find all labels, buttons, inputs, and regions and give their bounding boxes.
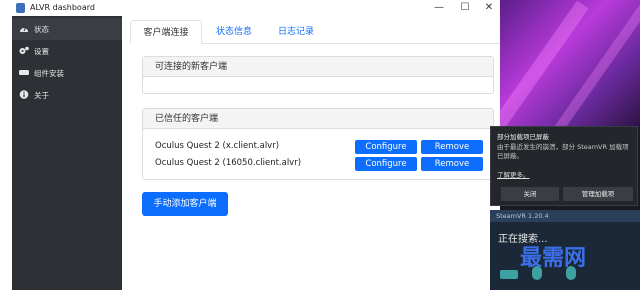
remove-button[interactable]: Remove bbox=[421, 140, 483, 154]
configure-button[interactable]: Configure bbox=[355, 140, 417, 154]
controller-left-icon bbox=[532, 266, 542, 280]
new-clients-header: 可连接的新客户端 bbox=[143, 57, 493, 77]
client-name: Oculus Quest 2 (x.client.alvr) bbox=[155, 141, 280, 151]
controller-right-icon bbox=[566, 266, 576, 280]
trusted-clients-header: 已信任的客户端 bbox=[143, 109, 493, 129]
screen: ALVR dashboard — ☐ ✕ 状态 设置 组件安装 关于 客户端连接… bbox=[0, 0, 640, 290]
tab-client-connection[interactable]: 客户端连接 bbox=[130, 20, 202, 44]
sidebar-item-status[interactable]: 状态 bbox=[12, 18, 122, 40]
window-title: ALVR dashboard bbox=[30, 3, 95, 12]
steamvr-header: SteamVR 1.20.4 bbox=[490, 210, 640, 222]
dashboard-icon bbox=[20, 26, 28, 32]
sidebar-item-install[interactable]: 组件安装 bbox=[12, 62, 122, 84]
add-client-button[interactable]: 手动添加客户端 bbox=[142, 192, 228, 216]
headset-status-icon bbox=[500, 270, 518, 279]
sidebar-item-label: 状态 bbox=[34, 25, 49, 34]
headset-icon bbox=[19, 70, 29, 75]
remove-button[interactable]: Remove bbox=[421, 157, 483, 171]
tab-logs[interactable]: 日志记录 bbox=[268, 20, 324, 44]
sidebar-item-label: 组件安装 bbox=[34, 69, 64, 78]
main-content: 客户端连接 状态信息 日志记录 可连接的新客户端 已信任的客户端 Oculus … bbox=[122, 16, 500, 290]
learn-more-link[interactable]: 了解更多。 bbox=[497, 169, 530, 179]
configure-button[interactable]: Configure bbox=[355, 157, 417, 171]
steamvr-window: SteamVR 1.20.4 正在搜索... 最需网 bbox=[490, 210, 640, 290]
sidebar-item-settings[interactable]: 设置 bbox=[12, 40, 122, 62]
addon-blocked-notification: 部分加载项已屏蔽 由于最近发生的崩溃，部分 SteamVR 加载项已屏蔽。 了解… bbox=[490, 126, 638, 206]
manage-addons-button[interactable]: 管理加载项 bbox=[563, 187, 633, 201]
close-icon[interactable]: ✕ bbox=[482, 1, 496, 15]
tab-bar: 客户端连接 状态信息 日志记录 bbox=[130, 20, 500, 44]
maximize-icon[interactable]: ☐ bbox=[458, 1, 472, 15]
close-notification-button[interactable]: 关闭 bbox=[501, 187, 559, 201]
alvr-window: ALVR dashboard — ☐ ✕ 状态 设置 组件安装 关于 客户端连接… bbox=[12, 0, 500, 290]
sidebar-item-label: 关于 bbox=[34, 91, 49, 100]
alvr-logo-icon bbox=[16, 3, 25, 13]
sidebar: 状态 设置 组件安装 关于 bbox=[12, 16, 122, 290]
trusted-clients-card: 已信任的客户端 Oculus Quest 2 (x.client.alvr) C… bbox=[142, 108, 494, 180]
tab-status-info[interactable]: 状态信息 bbox=[206, 20, 262, 44]
client-name: Oculus Quest 2 (16050.client.alvr) bbox=[155, 158, 302, 168]
steamvr-area: 部分加载项已屏蔽 由于最近发生的崩溃，部分 SteamVR 加载项已屏蔽。 了解… bbox=[490, 0, 640, 290]
sidebar-item-about[interactable]: 关于 bbox=[12, 84, 122, 106]
watermark-text: 最需网 bbox=[520, 246, 587, 271]
desktop-wallpaper bbox=[500, 0, 640, 130]
info-icon bbox=[19, 90, 29, 99]
gears-icon bbox=[19, 46, 29, 54]
title-bar: ALVR dashboard — ☐ ✕ bbox=[12, 0, 500, 16]
notification-description: 由于最近发生的崩溃，部分 SteamVR 加载项已屏蔽。 bbox=[497, 143, 629, 160]
minimize-icon[interactable]: — bbox=[432, 1, 446, 15]
new-clients-card: 可连接的新客户端 bbox=[142, 56, 494, 94]
sidebar-item-label: 设置 bbox=[34, 47, 49, 56]
notification-title: 部分加载项已屏蔽 bbox=[497, 133, 549, 141]
